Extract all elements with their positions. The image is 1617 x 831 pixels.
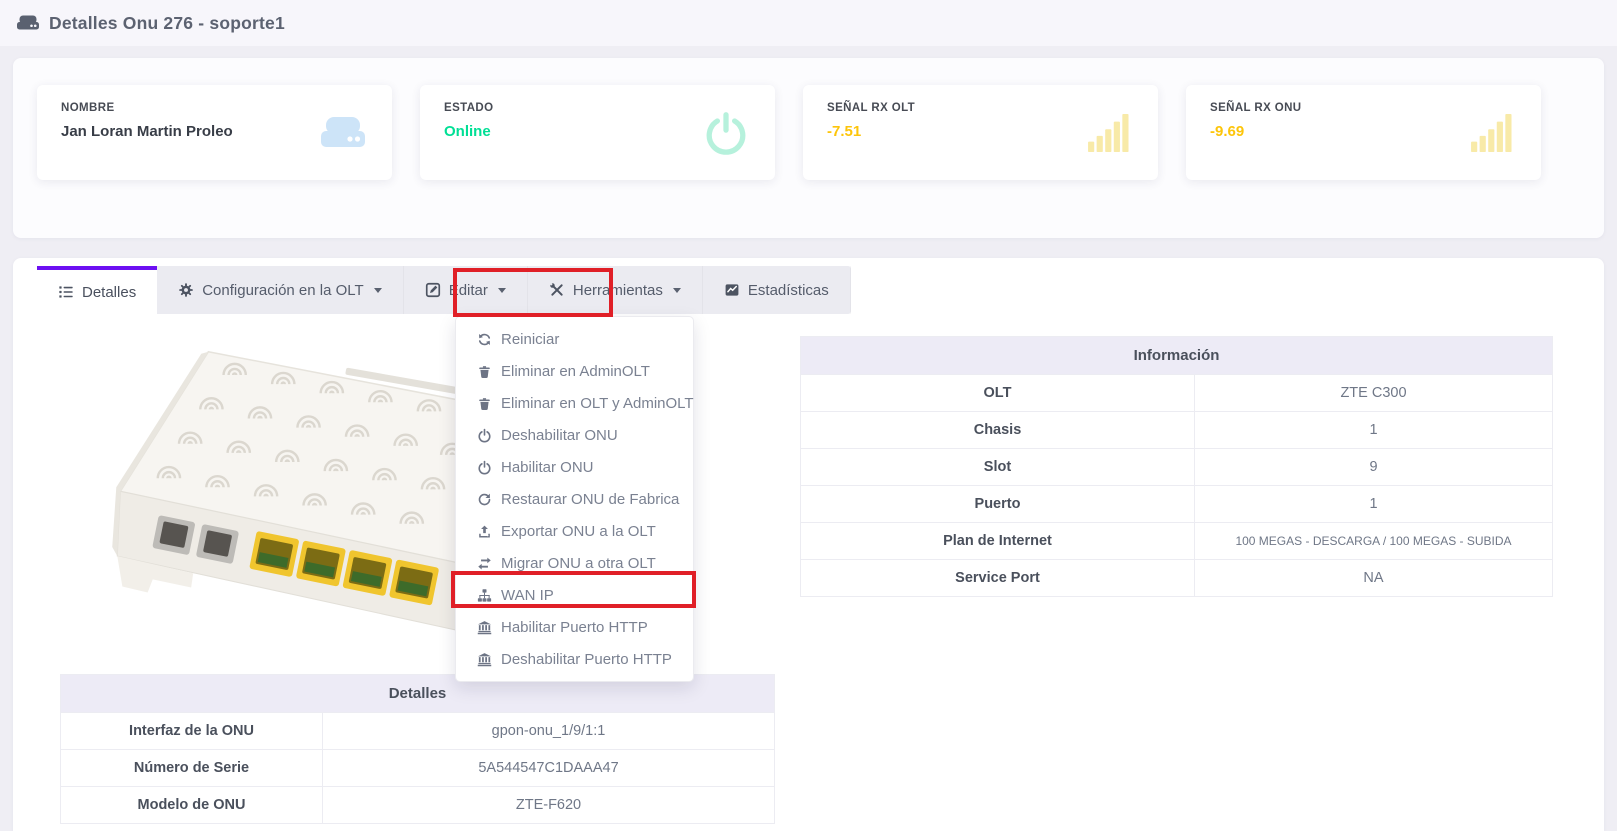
tab-label: Configuración en la OLT — [202, 282, 363, 299]
chevron-down-icon — [374, 288, 382, 293]
power-icon — [477, 460, 492, 475]
table-row: Plan de Internet 100 MEGAS - DESCARGA / … — [801, 522, 1552, 559]
tab-estadisticas[interactable]: Estadísticas — [703, 266, 851, 314]
chevron-down-icon — [673, 288, 681, 293]
tab-label: Editar — [449, 282, 488, 299]
stats-panel: NOMBRE Jan Loran Martin Proleo ESTADO On… — [13, 58, 1604, 238]
onu-device-photo — [92, 338, 517, 670]
menu-item-exportar-olt[interactable]: Exportar ONU a la OLT — [456, 515, 693, 547]
tab-editar[interactable]: Editar — [404, 266, 528, 314]
table-row: OLT ZTE C300 — [801, 374, 1552, 411]
menu-item-label: Deshabilitar Puerto HTTP — [501, 651, 672, 668]
menu-item-deshabilitar-onu[interactable]: Deshabilitar ONU — [456, 419, 693, 451]
menu-item-reiniciar[interactable]: Reiniciar — [456, 323, 693, 355]
menu-item-migrar-olt[interactable]: Migrar ONU a otra OLT — [456, 547, 693, 579]
sync-icon — [477, 332, 492, 347]
power-icon — [477, 428, 492, 443]
redo-icon — [477, 492, 492, 507]
tab-configuracion-olt[interactable]: Configuración en la OLT — [157, 266, 403, 314]
menu-item-eliminar-olt-adminolt[interactable]: Eliminar en OLT y AdminOLT — [456, 387, 693, 419]
menu-item-label: Habilitar ONU — [501, 459, 594, 476]
chart-icon — [724, 282, 740, 298]
exchange-icon — [477, 556, 492, 571]
trash-icon — [477, 396, 492, 411]
chevron-down-icon — [498, 288, 506, 293]
menu-item-label: Deshabilitar ONU — [501, 427, 618, 444]
stat-card-senal-rx-olt: SEÑAL RX OLT -7.51 — [803, 85, 1158, 180]
stat-card-estado: ESTADO Online — [420, 85, 775, 180]
menu-item-label: Habilitar Puerto HTTP — [501, 619, 648, 636]
table-row: Número de Serie 5A544547C1DAAA47 — [61, 749, 774, 786]
trash-icon — [477, 364, 492, 379]
table-row: Interfaz de la ONU gpon-onu_1/9/1:1 — [61, 712, 774, 749]
edit-icon — [425, 282, 441, 298]
bank-icon — [477, 620, 492, 635]
tab-label: Detalles — [82, 284, 136, 301]
menu-item-label: Reiniciar — [501, 331, 559, 348]
router-icon — [16, 13, 40, 33]
onu-details-page: Detalles Onu 276 - soporte1 NOMBRE Jan L… — [0, 0, 1617, 831]
menu-item-label: Restaurar ONU de Fabrica — [501, 491, 679, 508]
menu-item-label: WAN IP — [501, 587, 554, 604]
stat-card-senal-rx-onu: SEÑAL RX ONU -9.69 — [1186, 85, 1541, 180]
table-row: Puerto 1 — [801, 485, 1552, 522]
page-title: Detalles Onu 276 - soporte1 — [49, 13, 285, 34]
menu-item-label: Eliminar en AdminOLT — [501, 363, 650, 380]
menu-item-habilitar-puerto-http[interactable]: Habilitar Puerto HTTP — [456, 611, 693, 643]
bank-icon — [477, 652, 492, 667]
tab-label: Estadísticas — [748, 282, 829, 299]
stat-card-nombre: NOMBRE Jan Loran Martin Proleo — [37, 85, 392, 180]
menu-item-label: Migrar ONU a otra OLT — [501, 555, 656, 572]
upload-icon — [477, 524, 492, 539]
info-table: Información OLT ZTE C300 Chasis 1 Slot 9… — [800, 336, 1553, 597]
tab-label: Herramientas — [573, 282, 663, 299]
sitemap-icon — [477, 588, 492, 603]
router-icon — [318, 110, 368, 156]
menu-item-restaurar-fabrica[interactable]: Restaurar ONU de Fabrica — [456, 483, 693, 515]
menu-item-label: Eliminar en OLT y AdminOLT — [501, 395, 694, 412]
page-header: Detalles Onu 276 - soporte1 — [0, 0, 1617, 46]
details-table: Detalles Interfaz de la ONU gpon-onu_1/9… — [60, 674, 775, 824]
table-row: Slot 9 — [801, 448, 1552, 485]
menu-item-label: Exportar ONU a la OLT — [501, 523, 656, 540]
tools-icon — [549, 282, 565, 298]
menu-item-eliminar-adminolt[interactable]: Eliminar en AdminOLT — [456, 355, 693, 387]
menu-item-deshabilitar-puerto-http[interactable]: Deshabilitar Puerto HTTP — [456, 643, 693, 675]
tools-menu: Reiniciar Eliminar en AdminOLT Eliminar … — [455, 316, 694, 682]
power-icon — [701, 110, 751, 156]
table-row: Chasis 1 — [801, 411, 1552, 448]
tab-bar: Detalles Configuración en la OLT Editar … — [37, 266, 851, 314]
signal-bars-icon — [1084, 110, 1134, 156]
menu-item-habilitar-onu[interactable]: Habilitar ONU — [456, 451, 693, 483]
signal-bars-icon — [1467, 110, 1517, 156]
gear-icon — [178, 282, 194, 298]
table-row: Service Port NA — [801, 559, 1552, 596]
tab-detalles[interactable]: Detalles — [37, 266, 157, 314]
table-row: Modelo de ONU ZTE-F620 — [61, 786, 774, 823]
menu-item-wan-ip[interactable]: WAN IP — [456, 579, 693, 611]
info-table-title: Información — [801, 337, 1552, 374]
list-icon — [58, 284, 74, 300]
tab-herramientas[interactable]: Herramientas — [528, 266, 703, 314]
